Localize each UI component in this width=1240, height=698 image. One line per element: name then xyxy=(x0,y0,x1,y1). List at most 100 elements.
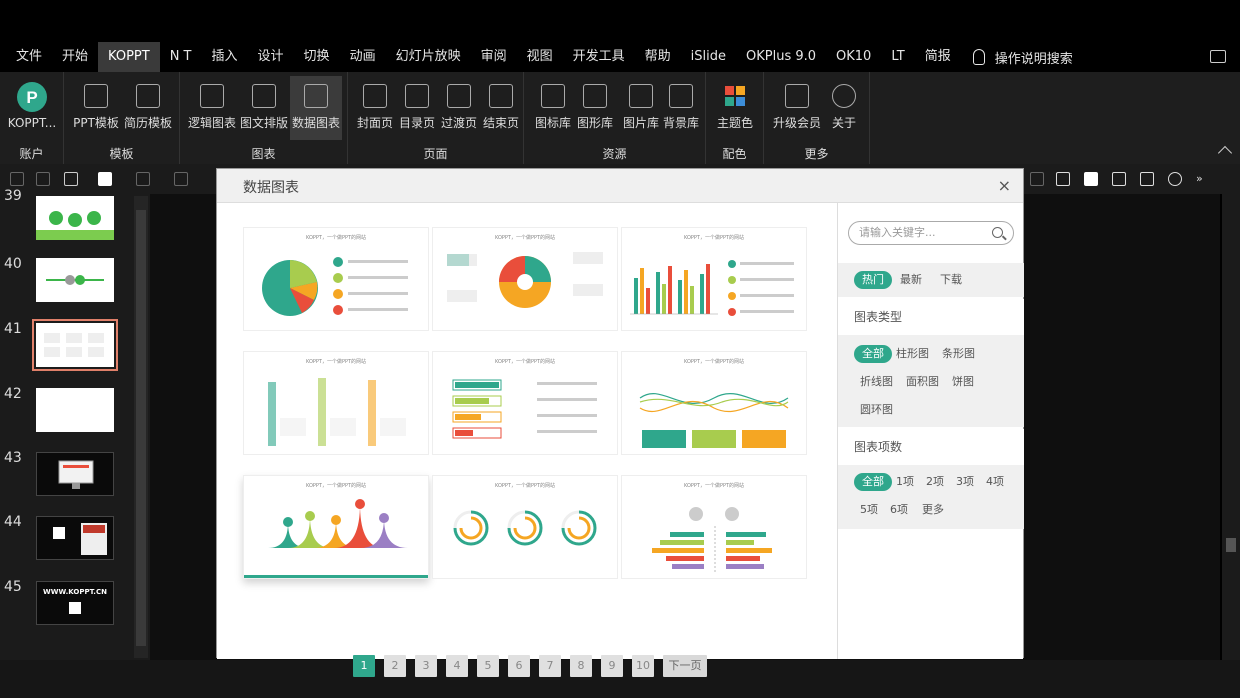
pen-icon[interactable] xyxy=(1030,172,1044,186)
filter-count-4[interactable]: 4项 xyxy=(986,473,1004,491)
chart-template-card[interactable]: KOPPT，一个做PPT的网站 xyxy=(432,227,618,331)
resume-template-button[interactable]: 简历模板 xyxy=(122,76,174,140)
page-button[interactable]: 9 xyxy=(601,655,623,677)
text-box-icon[interactable] xyxy=(64,172,78,186)
page-button[interactable]: 10 xyxy=(632,655,654,677)
chart-template-card[interactable]: KOPPT，一个做PPT的网站 xyxy=(243,475,429,579)
chart-template-card[interactable]: KOPPT，一个做PPT的网站 xyxy=(432,475,618,579)
keyword-search-input[interactable]: 请输入关键字... xyxy=(848,221,1014,245)
menu-view[interactable]: 视图 xyxy=(517,42,563,72)
filter-count-6[interactable]: 6项 xyxy=(890,501,908,519)
slide-thumb-row[interactable]: 41 xyxy=(0,319,130,381)
tab-downloads[interactable]: 下载 xyxy=(940,271,962,289)
filter-type-line[interactable]: 折线图 xyxy=(860,373,893,391)
brush-icon[interactable] xyxy=(174,172,188,186)
filter-count-1[interactable]: 1项 xyxy=(896,473,914,491)
filter-type-all[interactable]: 全部 xyxy=(854,345,892,363)
page-button[interactable]: 2 xyxy=(384,655,406,677)
chart-template-card[interactable]: KOPPT，一个做PPT的网站 xyxy=(621,351,807,455)
next-page-button[interactable]: 下一页 xyxy=(663,655,707,677)
image-text-layout-button[interactable]: 图文排版 xyxy=(238,76,290,140)
comment-icon[interactable] xyxy=(1210,50,1226,63)
menu-koppt[interactable]: KOPPT xyxy=(98,42,160,72)
picture-icon[interactable] xyxy=(1140,172,1154,186)
background-library-button[interactable]: 背景库 xyxy=(660,76,702,140)
menu-animations[interactable]: 动画 xyxy=(340,42,386,72)
menu-design[interactable]: 设计 xyxy=(248,42,294,72)
rectangle-icon[interactable] xyxy=(1084,172,1098,186)
menu-slideshow[interactable]: 幻灯片放映 xyxy=(386,42,471,72)
page-button[interactable]: 5 xyxy=(477,655,499,677)
tab-latest[interactable]: 最新 xyxy=(900,271,922,289)
cover-page-button[interactable]: 封面页 xyxy=(354,76,396,140)
text-format-icon[interactable] xyxy=(98,172,112,186)
slide-thumb-row[interactable]: 40 xyxy=(0,256,130,316)
theme-color-button[interactable]: 主题色 xyxy=(712,76,758,140)
circle-icon[interactable] xyxy=(1168,172,1182,186)
image-library-button[interactable]: 图片库 xyxy=(620,76,662,140)
page-button[interactable]: 3 xyxy=(415,655,437,677)
page-button[interactable]: 7 xyxy=(539,655,561,677)
slide-thumb-row[interactable]: 42 xyxy=(0,386,130,446)
chart-template-card[interactable]: KOPPT，一个做PPT的网站 xyxy=(621,475,807,579)
filter-count-3[interactable]: 3项 xyxy=(956,473,974,491)
transition-page-button[interactable]: 过渡页 xyxy=(438,76,480,140)
filter-count-all[interactable]: 全部 xyxy=(854,473,892,491)
collapse-ribbon-icon[interactable] xyxy=(1217,145,1233,161)
page-button[interactable]: 6 xyxy=(508,655,530,677)
scrollbar-thumb[interactable] xyxy=(1226,538,1236,552)
filter-type-doughnut[interactable]: 圆环图 xyxy=(860,401,893,419)
menu-nt[interactable]: N T xyxy=(160,42,202,72)
page-button[interactable]: 8 xyxy=(570,655,592,677)
tell-me-search[interactable]: 操作说明搜索 xyxy=(972,48,1073,67)
editor-scrollbar[interactable] xyxy=(1222,194,1240,660)
menu-home[interactable]: 开始 xyxy=(52,42,98,72)
crown-icon[interactable] xyxy=(1112,172,1126,186)
filter-type-area[interactable]: 面积图 xyxy=(906,373,939,391)
upgrade-member-button[interactable]: 升级会员 xyxy=(770,76,824,140)
menu-transitions[interactable]: 切换 xyxy=(294,42,340,72)
font-icon[interactable] xyxy=(136,172,150,186)
slide-thumb-row[interactable]: 43 xyxy=(0,450,130,510)
menu-islide[interactable]: iSlide xyxy=(681,42,736,72)
thumbnail-scrollbar[interactable] xyxy=(134,196,148,658)
tab-hot[interactable]: 热门 xyxy=(854,271,892,289)
page-button[interactable]: 4 xyxy=(446,655,468,677)
filter-count-5[interactable]: 5项 xyxy=(860,501,878,519)
filter-type-pie[interactable]: 饼图 xyxy=(952,373,974,391)
scrollbar-thumb[interactable] xyxy=(136,210,146,646)
close-icon[interactable]: × xyxy=(998,176,1011,195)
chart-template-card[interactable]: KOPPT，一个做PPT的网站 xyxy=(243,227,429,331)
chart-template-card[interactable]: KOPPT，一个做PPT的网站 xyxy=(243,351,429,455)
data-chart-button[interactable]: 数据图表 xyxy=(290,76,342,140)
chart-template-card[interactable]: KOPPT，一个做PPT的网站 xyxy=(621,227,807,331)
more-arrow-icon[interactable]: » xyxy=(1196,172,1210,186)
crop-icon[interactable] xyxy=(1056,172,1070,186)
chart-template-card[interactable]: KOPPT，一个做PPT的网站 xyxy=(432,351,618,455)
slide-thumb-row[interactable]: 39 xyxy=(0,188,130,254)
filter-count-more[interactable]: 更多 xyxy=(922,501,944,519)
lock-icon[interactable] xyxy=(10,172,24,186)
logic-chart-button[interactable]: 逻辑图表 xyxy=(186,76,238,140)
menu-jianbao[interactable]: 简报 xyxy=(915,42,961,72)
about-button[interactable]: 关于 xyxy=(826,76,862,140)
slide-thumb-row[interactable]: 45 WWW.KOPPT.CN xyxy=(0,579,130,639)
menu-okplus[interactable]: OKPlus 9.0 xyxy=(736,42,826,72)
search-icon[interactable] xyxy=(992,227,1003,238)
ppt-template-button[interactable]: PPT模板 xyxy=(72,76,120,140)
menu-lt[interactable]: LT xyxy=(881,42,914,72)
menu-developer[interactable]: 开发工具 xyxy=(563,42,635,72)
end-page-button[interactable]: 结束页 xyxy=(480,76,522,140)
slide-thumb-row[interactable]: 44 xyxy=(0,514,130,574)
page-button-current[interactable]: 1 xyxy=(353,655,375,677)
copy-icon[interactable] xyxy=(36,172,50,186)
filter-count-2[interactable]: 2项 xyxy=(926,473,944,491)
menu-insert[interactable]: 插入 xyxy=(202,42,248,72)
filter-type-column[interactable]: 柱形图 xyxy=(896,345,929,363)
toc-page-button[interactable]: 目录页 xyxy=(396,76,438,140)
koppt-account-button[interactable]: P KOPPT... xyxy=(4,76,60,140)
icon-library-button[interactable]: 图标库 xyxy=(532,76,574,140)
menu-help[interactable]: 帮助 xyxy=(635,42,681,72)
filter-type-bar[interactable]: 条形图 xyxy=(942,345,975,363)
menu-file[interactable]: 文件 xyxy=(6,42,52,72)
